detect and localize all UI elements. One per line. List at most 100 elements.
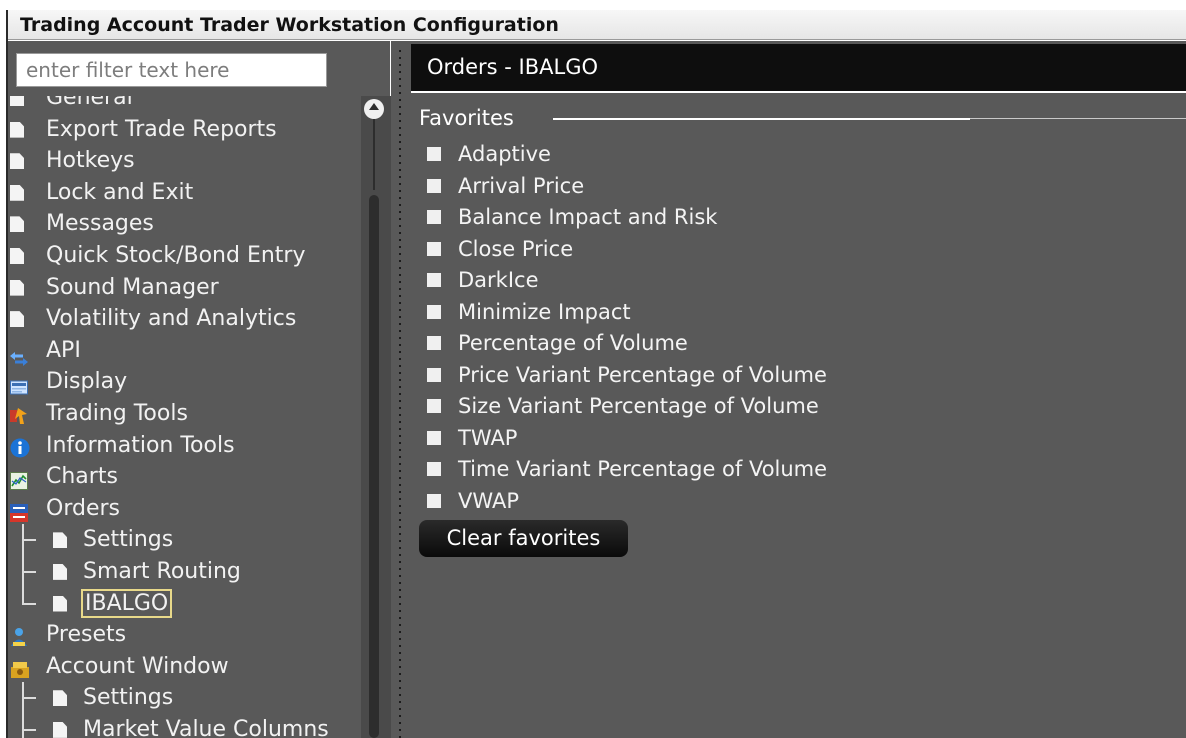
- sidebar-item-ibalgo[interactable]: IBALGO: [8, 587, 361, 620]
- sidebar-item-charts[interactable]: Charts: [8, 461, 361, 493]
- document-icon: [10, 247, 24, 264]
- sidebar-item-label: Messages: [46, 211, 154, 237]
- checkbox[interactable]: [427, 399, 441, 413]
- favorites-title: Favorites: [419, 106, 514, 130]
- favorite-label: Arrival Price: [458, 173, 585, 198]
- checkbox[interactable]: [427, 210, 441, 224]
- favorite-label: Balance Impact and Risk: [458, 205, 718, 229]
- sidebar-item-smart-routing[interactable]: Smart Routing: [8, 555, 361, 588]
- favorite-minimize-impact[interactable]: Minimize Impact: [425, 297, 1025, 329]
- favorite-balance-impact-and-risk[interactable]: Balance Impact and Risk: [425, 202, 1025, 234]
- document-icon: [10, 96, 24, 106]
- clear-favorites-button[interactable]: Clear favorites: [419, 520, 628, 557]
- sidebar-item-orders-settings[interactable]: Settings: [8, 524, 361, 556]
- checkbox[interactable]: [427, 304, 441, 319]
- sidebar-item-trading-tools[interactable]: Trading Tools: [8, 398, 361, 430]
- scrollbar-thumb[interactable]: [369, 195, 379, 738]
- favorite-percentage-of-volume[interactable]: Percentage of Volume: [425, 328, 1025, 360]
- sidebar-item-volatility-and-analytics[interactable]: Volatility and Analytics: [8, 303, 361, 335]
- favorite-label: Adaptive: [458, 142, 551, 166]
- document-icon: [53, 563, 67, 580]
- document-icon: [53, 721, 67, 738]
- tree-connector: [22, 555, 36, 588]
- favorite-price-variant-percentage-of-volume[interactable]: Price Variant Percentage of Volume: [425, 360, 1025, 392]
- document-icon: [10, 279, 24, 296]
- sidebar-item-orders[interactable]: Orders: [8, 493, 361, 525]
- favorite-close-price[interactable]: Close Price: [425, 234, 1025, 266]
- favorite-arrival-price[interactable]: Arrival Price: [425, 171, 1025, 203]
- sidebar-item-information-tools[interactable]: Information Tools: [8, 430, 361, 462]
- checkbox[interactable]: [427, 367, 441, 382]
- sidebar-item-label: Volatility and Analytics: [46, 306, 297, 332]
- sidebar-item-sound-manager[interactable]: Sound Manager: [8, 272, 361, 304]
- sidebar-item-presets[interactable]: Presets: [8, 619, 361, 651]
- favorite-twap[interactable]: TWAP: [425, 423, 1025, 455]
- splitter-grip: [399, 50, 401, 738]
- sidebar-item-label: Hotkeys: [46, 148, 135, 174]
- favorite-label: Percentage of Volume: [458, 331, 688, 355]
- sidebar-item-hotkeys[interactable]: Hotkeys: [8, 145, 361, 177]
- sidebar-item-export-trade-reports[interactable]: Export Trade Reports: [8, 114, 361, 146]
- checkbox[interactable]: [427, 147, 441, 161]
- filter-input[interactable]: [16, 53, 327, 87]
- sidebar-item-label: Export Trade Reports: [46, 116, 277, 142]
- sidebar-item-label: IBALGO: [80, 588, 173, 618]
- presets-icon: [10, 625, 28, 647]
- checkbox[interactable]: [427, 336, 441, 350]
- sidebar-item-messages[interactable]: Messages: [8, 208, 361, 240]
- sidebar-item-label: Information Tools: [46, 432, 235, 458]
- sidebar-item-label: Charts: [46, 464, 118, 490]
- sidebar-item-label: Display: [46, 369, 128, 395]
- favorite-label: Minimize Impact: [458, 299, 631, 324]
- sidebar-item-label: API: [46, 337, 81, 363]
- favorite-size-variant-percentage-of-volume[interactable]: Size Variant Percentage of Volume: [425, 391, 1025, 423]
- panel-splitter[interactable]: [391, 41, 411, 738]
- document-icon: [53, 532, 67, 549]
- section-header: Orders - IBALGO: [411, 44, 1186, 91]
- sidebar-item-lock-and-exit[interactable]: Lock and Exit: [8, 177, 361, 209]
- document-icon: [10, 153, 24, 170]
- favorites-list: Adaptive Arrival Price Balance Impact an…: [425, 139, 1025, 517]
- info-icon: [10, 436, 30, 458]
- tree-connector: [22, 587, 36, 620]
- favorite-adaptive[interactable]: Adaptive: [425, 139, 1025, 171]
- checkbox[interactable]: [427, 178, 441, 193]
- sidebar-item-account-settings[interactable]: Settings: [8, 682, 361, 714]
- checkbox[interactable]: [427, 430, 441, 445]
- favorite-vwap[interactable]: VWAP: [425, 486, 1025, 518]
- sidebar-item-quick-stock-bond-entry[interactable]: Quick Stock/Bond Entry: [8, 240, 361, 272]
- sidebar-item-general[interactable]: General: [8, 96, 361, 114]
- favorite-time-variant-percentage-of-volume[interactable]: Time Variant Percentage of Volume: [425, 454, 1025, 486]
- document-icon: [10, 216, 24, 233]
- sidebar-item-account-window[interactable]: Account Window: [8, 651, 361, 683]
- sidebar-item-label: Settings: [83, 527, 174, 553]
- sidebar-item-label: Settings: [83, 685, 174, 711]
- settings-tree: General Export Trade Reports Hotkeys Loc…: [8, 96, 361, 738]
- sidebar-item-api[interactable]: API: [8, 335, 361, 367]
- sidebar-item-label: Presets: [46, 622, 127, 648]
- tree-connector: [22, 713, 36, 738]
- sidebar-item-display[interactable]: Display: [8, 366, 361, 398]
- document-icon: [10, 311, 24, 328]
- scroll-up-icon[interactable]: [364, 99, 384, 119]
- checkbox[interactable]: [427, 462, 441, 476]
- checkbox[interactable]: [427, 241, 441, 256]
- document-icon: [10, 121, 24, 138]
- favorite-label: Close Price: [458, 236, 574, 261]
- window-title: Trading Account Trader Workstation Confi…: [8, 10, 1186, 40]
- favorite-label: DarkIce: [458, 268, 539, 292]
- favorite-darkice[interactable]: DarkIce: [425, 265, 1025, 297]
- sidebar-item-label: Market Value Columns: [83, 716, 329, 738]
- favorite-label: VWAP: [458, 488, 520, 513]
- chart-icon: [10, 468, 28, 491]
- sidebar-item-label: Trading Tools: [46, 400, 188, 426]
- trading-tools-icon: [10, 404, 28, 424]
- favorite-label: Size Variant Percentage of Volume: [458, 394, 819, 418]
- favorites-divider-extension: [970, 118, 1186, 119]
- sidebar-item-label: Account Window: [46, 653, 229, 679]
- favorite-label: Price Variant Percentage of Volume: [458, 362, 827, 387]
- sidebar-item-market-value-columns[interactable]: Market Value Columns: [8, 713, 361, 738]
- checkbox[interactable]: [427, 493, 441, 508]
- checkbox[interactable]: [427, 273, 441, 287]
- tree-connector: [22, 524, 36, 556]
